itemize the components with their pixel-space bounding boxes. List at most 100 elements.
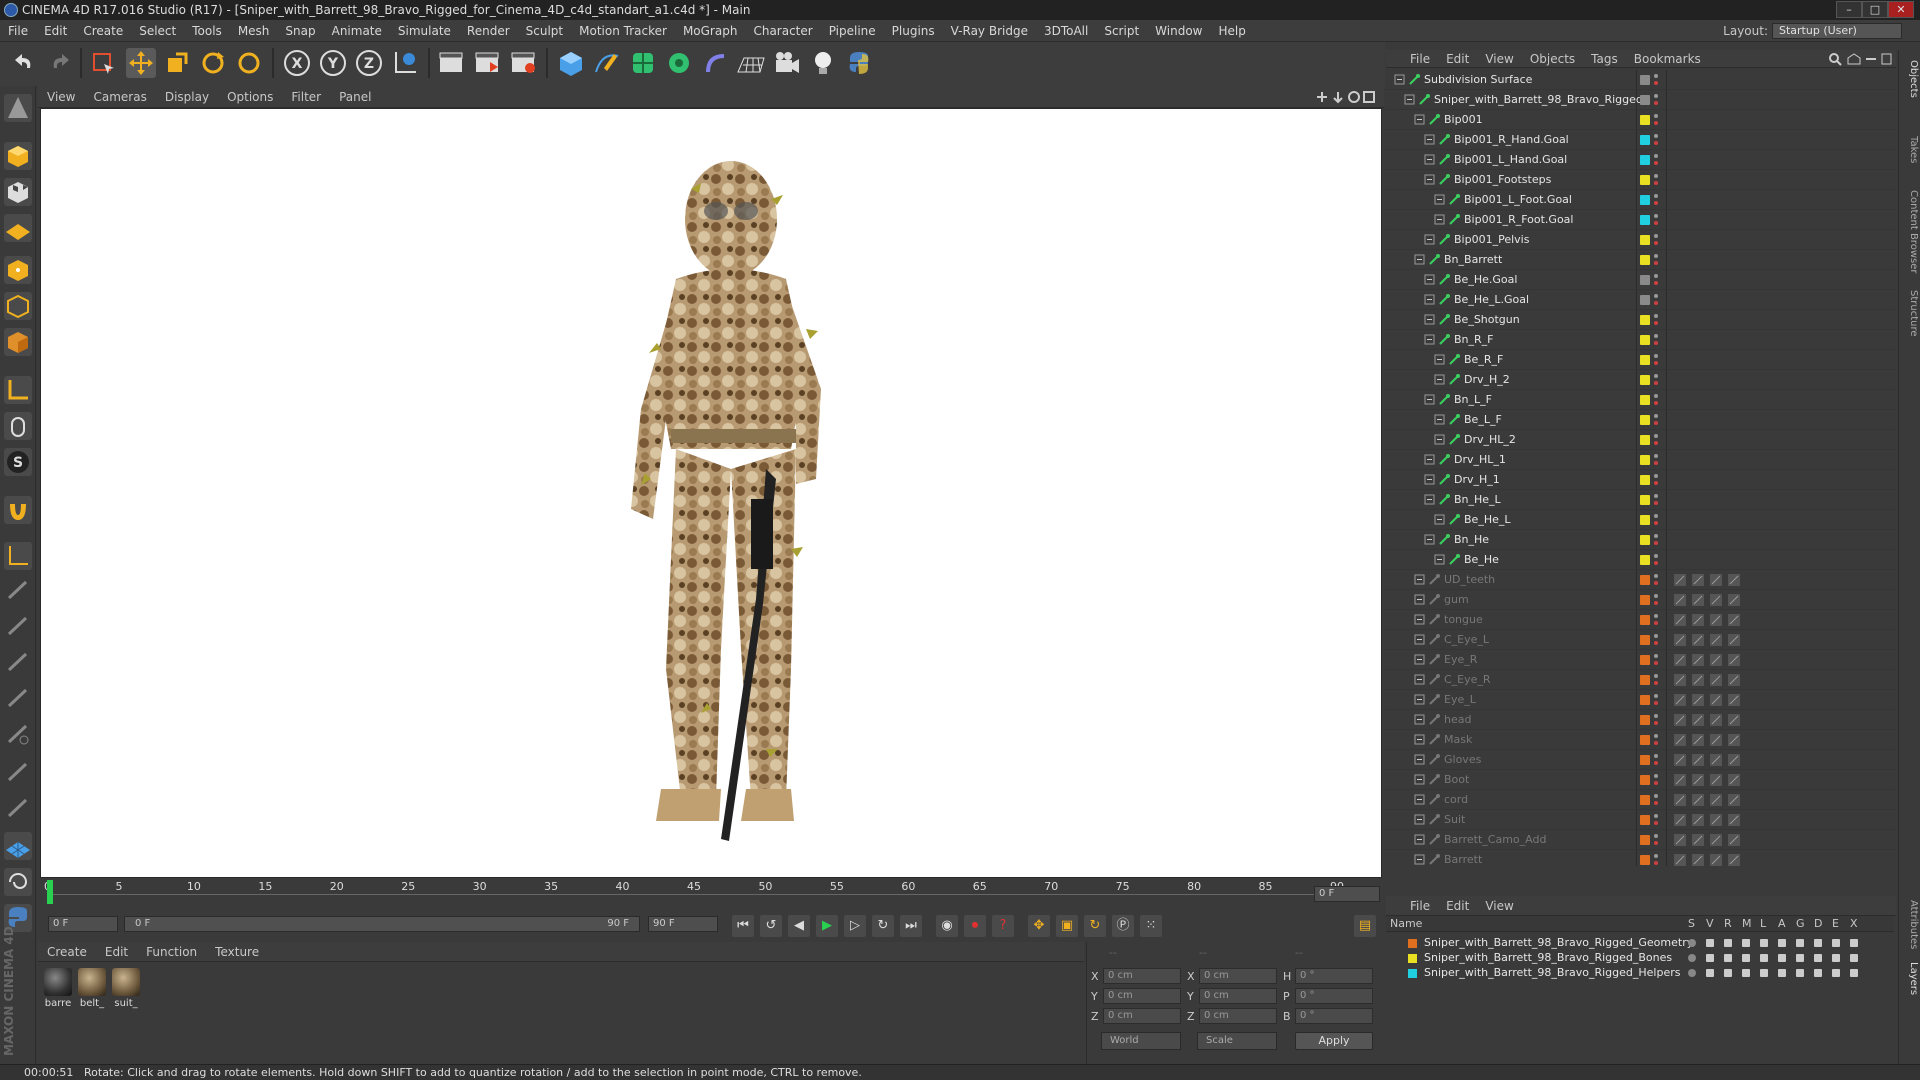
tag-icon[interactable] [1710, 834, 1722, 846]
render-visibility-dot[interactable] [1654, 761, 1658, 765]
editor-visibility-dot[interactable] [1654, 494, 1658, 498]
layer-color-swatch[interactable] [1640, 435, 1650, 445]
render-visibility-dot[interactable] [1654, 221, 1658, 225]
editor-visibility-dot[interactable] [1654, 454, 1658, 458]
object-row[interactable]: C_Eye_L [1386, 630, 1894, 650]
layer-color-swatch[interactable] [1640, 295, 1650, 305]
object-row[interactable]: Bn_He [1386, 530, 1894, 550]
expand-toggle-icon[interactable] [1424, 474, 1436, 486]
editor-visibility-dot[interactable] [1654, 214, 1658, 218]
layer-flag-icon[interactable] [1796, 969, 1804, 977]
tag-icon[interactable] [1728, 734, 1740, 746]
menu-sculpt[interactable]: Sculpt [518, 20, 571, 42]
previous-key-button[interactable]: ↺ [760, 915, 782, 937]
editor-visibility-dot[interactable] [1654, 174, 1658, 178]
record-keys-button[interactable]: ◉ [936, 915, 958, 937]
layer-flag-icon[interactable] [1742, 969, 1750, 977]
tag-icon[interactable] [1710, 634, 1722, 646]
close-button[interactable]: ✕ [1888, 1, 1914, 18]
layer-color-swatch[interactable] [1640, 335, 1650, 345]
tag-icon[interactable] [1692, 734, 1704, 746]
layer-color-swatch[interactable] [1640, 275, 1650, 285]
render-visibility-dot[interactable] [1654, 281, 1658, 285]
z-axis-button[interactable]: Z [354, 48, 384, 78]
expand-toggle-icon[interactable] [1414, 714, 1426, 726]
key-position-button[interactable]: ✥ [1028, 915, 1050, 937]
tag-icon[interactable] [1710, 574, 1722, 586]
spiral-tool-button[interactable] [4, 868, 32, 896]
render-visibility-dot[interactable] [1654, 681, 1658, 685]
next-frame-button[interactable]: ▷ [844, 915, 866, 937]
range-slider[interactable]: 0 F 90 F [124, 916, 640, 932]
tag-icon[interactable] [1710, 594, 1722, 606]
expand-toggle-icon[interactable] [1414, 794, 1426, 806]
layer-color-swatch[interactable] [1640, 255, 1650, 265]
hair-tool-button[interactable] [4, 794, 32, 822]
layer-flag-icon[interactable] [1724, 954, 1732, 962]
render-visibility-dot[interactable] [1654, 781, 1658, 785]
apply-button[interactable]: Apply [1295, 1032, 1373, 1050]
object-row[interactable]: C_Eye_R [1386, 670, 1894, 690]
object-row[interactable]: Drv_HL_2 [1386, 430, 1894, 450]
layer-row[interactable]: Sniper_with_Barrett_98_Bravo_Rigged_Geom… [1386, 936, 1894, 950]
expand-toggle-icon[interactable] [1434, 354, 1446, 366]
tag-icon[interactable] [1728, 814, 1740, 826]
editor-visibility-dot[interactable] [1654, 674, 1658, 678]
tag-icon[interactable] [1728, 714, 1740, 726]
layer-color-swatch[interactable] [1640, 395, 1650, 405]
object-row[interactable]: Bip001_L_Hand.Goal [1386, 150, 1894, 170]
layer-color-swatch[interactable] [1640, 835, 1650, 845]
layer-flag-icon[interactable] [1832, 939, 1840, 947]
layer-flag-icon[interactable] [1742, 939, 1750, 947]
rotate-tool-button[interactable] [198, 48, 228, 78]
render-visibility-dot[interactable] [1654, 501, 1658, 505]
menu-tools[interactable]: Tools [184, 20, 230, 42]
3d-viewport[interactable] [40, 108, 1382, 878]
menu-window[interactable]: Window [1147, 20, 1210, 42]
tag-icon[interactable] [1710, 774, 1722, 786]
tag-icon[interactable] [1692, 774, 1704, 786]
position-z-field[interactable]: 0 cm [1103, 1008, 1181, 1024]
object-row[interactable]: gum [1386, 590, 1894, 610]
layer-color-swatch[interactable] [1408, 969, 1417, 978]
tag-icon[interactable] [1728, 854, 1740, 866]
object-row[interactable]: Bn_Barrett [1386, 250, 1894, 270]
om-header-icons[interactable] [1828, 52, 1892, 66]
expand-toggle-icon[interactable] [1424, 294, 1436, 306]
texture-mode-button[interactable] [4, 178, 32, 206]
render-visibility-dot[interactable] [1654, 701, 1658, 705]
tag-icon[interactable] [1728, 574, 1740, 586]
redo-button[interactable] [44, 48, 74, 78]
render-visibility-dot[interactable] [1654, 81, 1658, 85]
expand-toggle-icon[interactable] [1424, 174, 1436, 186]
end-frame-field[interactable]: 90 F [648, 916, 718, 932]
layer-color-swatch[interactable] [1640, 715, 1650, 725]
render-visibility-dot[interactable] [1654, 741, 1658, 745]
material-menu-function[interactable]: Function [137, 942, 206, 962]
add-environment-button[interactable] [736, 48, 766, 78]
tag-icon[interactable] [1728, 774, 1740, 786]
expand-toggle-icon[interactable] [1414, 654, 1426, 666]
tag-icon[interactable] [1728, 614, 1740, 626]
coordinate-mode-select[interactable]: Scale [1197, 1032, 1277, 1050]
layer-color-swatch[interactable] [1640, 495, 1650, 505]
menu-snap[interactable]: Snap [277, 20, 323, 42]
object-row[interactable]: Bn_He_L [1386, 490, 1894, 510]
bone-tool-button[interactable] [4, 612, 32, 640]
workplane-mode-button[interactable] [4, 214, 32, 242]
tag-icon[interactable] [1674, 754, 1686, 766]
layer-color-swatch[interactable] [1640, 675, 1650, 685]
layout-select[interactable]: Startup (User) [1772, 23, 1902, 39]
tag-icon[interactable] [1674, 674, 1686, 686]
layer-flag-icon[interactable] [1724, 939, 1732, 947]
undo-button[interactable] [10, 48, 40, 78]
keyframe-selection-button[interactable]: ? [992, 915, 1014, 937]
snap-button[interactable]: S [4, 448, 32, 476]
object-row[interactable]: tongue [1386, 610, 1894, 630]
key-rotation-button[interactable]: ↻ [1084, 915, 1106, 937]
editor-visibility-dot[interactable] [1654, 414, 1658, 418]
tag-icon[interactable] [1728, 634, 1740, 646]
layer-color-swatch[interactable] [1640, 655, 1650, 665]
expand-toggle-icon[interactable] [1414, 814, 1426, 826]
object-row[interactable]: Be_Shotgun [1386, 310, 1894, 330]
